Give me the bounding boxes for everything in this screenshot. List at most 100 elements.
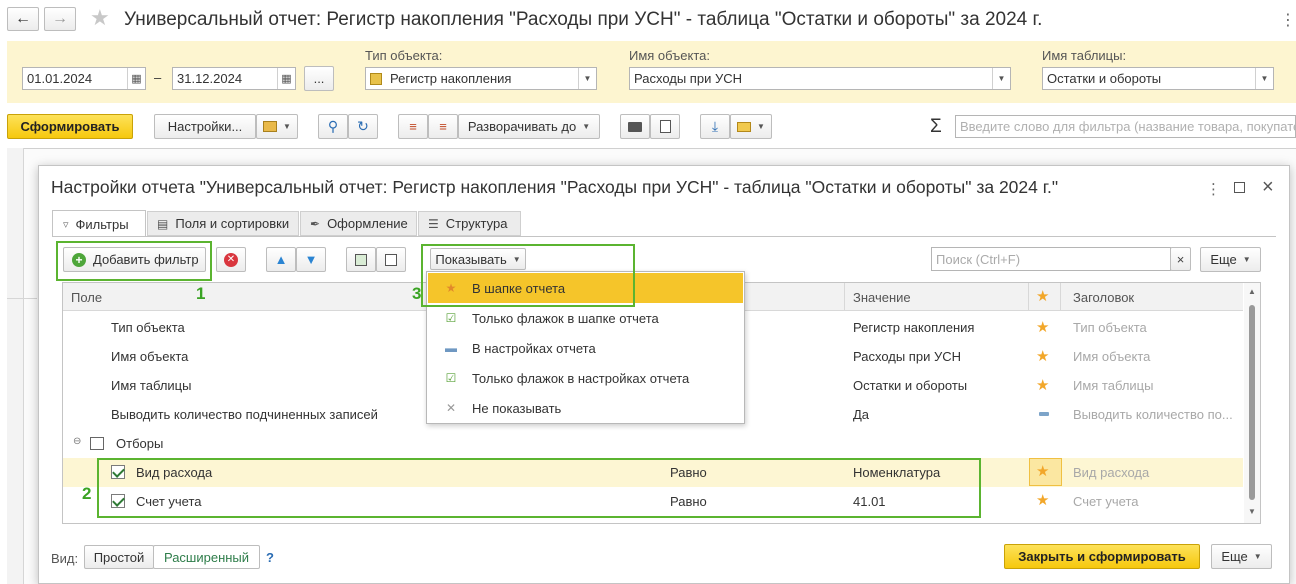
table-row-field[interactable]: Тип объекта <box>111 320 185 335</box>
group-row-label[interactable]: Отборы <box>116 436 163 451</box>
chevron-down-icon[interactable]: ▼ <box>578 68 596 89</box>
table-row-header[interactable]: Имя объекта <box>1073 349 1150 364</box>
column-header-title[interactable]: Заголовок <box>1073 290 1134 305</box>
settings-mode-icon[interactable] <box>1039 412 1049 416</box>
sort-desc-button[interactable]: ≡ <box>428 114 458 139</box>
dialog-more-icon[interactable]: ⋮ <box>1206 180 1221 198</box>
table-row-field[interactable]: Имя таблицы <box>111 378 191 393</box>
delete-icon: ✕ <box>224 252 238 267</box>
move-up-button[interactable]: ▲ <box>266 247 296 272</box>
back-button[interactable]: ← <box>7 7 39 31</box>
find-next-button[interactable]: ↻ <box>348 114 378 139</box>
table-row-header[interactable]: Выводить количество по... <box>1073 407 1233 422</box>
star-icon[interactable]: ★ <box>1036 491 1049 509</box>
table-row-value[interactable]: Регистр накопления <box>853 320 974 335</box>
date-dash: – <box>154 70 162 85</box>
object-name-select[interactable]: Расходы при УСН ▼ <box>629 67 1011 90</box>
column-header-field[interactable]: Поле <box>71 290 102 305</box>
generate-button[interactable]: Сформировать <box>7 114 133 139</box>
menu-item-checkbox-in-settings[interactable]: ☑ Только флажок в настройках отчета <box>428 363 743 393</box>
report-gutter-line <box>7 298 37 299</box>
scroll-up-icon[interactable]: ▲ <box>1248 287 1256 296</box>
more-bottom-button[interactable]: Еще ▼ <box>1211 544 1272 569</box>
tab-fields-sort[interactable]: ▤ Поля и сортировки <box>147 211 299 236</box>
period-select-button[interactable]: ... <box>304 66 334 91</box>
table-row-header[interactable]: Имя таблицы <box>1073 378 1153 393</box>
send-email-button[interactable]: ▼ <box>730 114 772 139</box>
tab-structure[interactable]: ☰ Структура <box>418 211 521 236</box>
move-down-button[interactable]: ▼ <box>296 247 326 272</box>
report-filter-input[interactable]: Введите слово для фильтра (название това… <box>955 115 1296 138</box>
tab-filters[interactable]: ▿ Фильтры <box>52 210 146 237</box>
favorite-star-icon[interactable]: ★ <box>90 5 110 31</box>
star-icon[interactable]: ★ <box>1036 462 1049 480</box>
dialog-title: Настройки отчета "Универсальный отчет: Р… <box>51 177 1059 197</box>
view-simple-button[interactable]: Простой <box>84 545 154 569</box>
sum-icon[interactable]: Σ <box>930 116 942 138</box>
annotation-box-show <box>421 244 635 307</box>
collapse-group-icon[interactable]: ⊖ <box>73 436 81 447</box>
download-icon: ⤓ <box>711 118 719 134</box>
calendar-icon[interactable]: ▦ <box>127 68 145 89</box>
table-row-field[interactable]: Выводить количество подчиненных записей <box>111 407 378 422</box>
uncheck-all-icon <box>385 253 397 266</box>
uncheck-all-button[interactable] <box>376 247 406 272</box>
filter-header[interactable]: Вид расхода <box>1073 465 1149 480</box>
settings-button[interactable]: Настройки... <box>154 114 256 139</box>
object-type-label: Тип объекта: <box>365 48 443 63</box>
find-button[interactable]: ⚲ <box>318 114 348 139</box>
table-name-select[interactable]: Остатки и обороты ▼ <box>1042 67 1274 90</box>
table-row-value[interactable]: Остатки и обороты <box>853 378 967 393</box>
arrow-up-icon: ▲ <box>274 252 288 267</box>
tab-appearance[interactable]: ✒ Оформление <box>300 211 417 236</box>
table-row-field[interactable]: Имя объекта <box>111 349 188 364</box>
table-row-value[interactable]: Расходы при УСН <box>853 349 961 364</box>
refresh-search-icon: ↻ <box>357 118 369 134</box>
sort-asc-button[interactable]: ≡ <box>398 114 428 139</box>
close-icon: × <box>1176 251 1185 267</box>
maximize-icon[interactable] <box>1234 182 1245 193</box>
print-button[interactable] <box>620 114 650 139</box>
tab-panel-border <box>52 236 1276 237</box>
close-generate-button[interactable]: Закрыть и сформировать <box>1004 544 1200 569</box>
brush-icon: ✒ <box>310 216 321 231</box>
preview-button[interactable] <box>650 114 680 139</box>
expand-to-button[interactable]: Разворачивать до ▼ <box>458 114 600 139</box>
table-row-value[interactable]: Да <box>853 407 869 422</box>
annotation-number-3: 3 <box>412 284 422 303</box>
more-vertical-icon[interactable]: ⋮ <box>1280 10 1296 30</box>
table-row-header[interactable]: Тип объекта <box>1073 320 1147 335</box>
star-icon[interactable]: ★ <box>1036 318 1049 336</box>
filter-header[interactable]: Счет учета <box>1073 494 1139 509</box>
forward-button[interactable]: → <box>44 7 76 31</box>
checkbox-icon: ☑ <box>445 371 457 385</box>
menu-item-checkbox-in-header[interactable]: ☑ Только флажок в шапке отчета <box>428 303 743 333</box>
scroll-thumb[interactable] <box>1249 305 1255 500</box>
save-button[interactable]: ⤓ <box>700 114 730 139</box>
arrow-down-icon: ▼ <box>304 252 318 267</box>
date-to-field[interactable]: 31.12.2024 ▦ <box>172 67 296 90</box>
delete-button[interactable]: ✕ <box>216 247 246 272</box>
star-icon[interactable]: ★ <box>1036 347 1049 365</box>
scroll-down-icon[interactable]: ▼ <box>1248 507 1256 516</box>
help-link[interactable]: ? <box>266 550 274 565</box>
view-extended-button[interactable]: Расширенный <box>153 545 260 569</box>
more-button[interactable]: Еще ▼ <box>1200 247 1261 272</box>
chevron-down-icon[interactable]: ▼ <box>1255 68 1273 89</box>
table-name-label: Имя таблицы: <box>1042 48 1127 63</box>
date-from-field[interactable]: 01.01.2024 ▦ <box>22 67 146 90</box>
check-all-icon <box>355 253 367 266</box>
close-icon[interactable]: × <box>1262 176 1274 199</box>
menu-item-hide[interactable]: ✕ Не показывать <box>428 393 743 423</box>
object-type-select[interactable]: Регистр накопления ▼ <box>365 67 597 90</box>
check-all-button[interactable] <box>346 247 376 272</box>
column-header-value[interactable]: Значение <box>853 290 911 305</box>
variants-button[interactable]: ▼ <box>256 114 298 139</box>
menu-item-in-settings[interactable]: ▬ В настройках отчета <box>428 333 743 363</box>
search-input[interactable]: Поиск (Ctrl+F) <box>931 247 1171 271</box>
chevron-down-icon[interactable]: ▼ <box>992 68 1010 89</box>
clear-search-button[interactable]: × <box>1170 247 1191 271</box>
funnel-icon: ▿ <box>63 218 69 231</box>
star-icon[interactable]: ★ <box>1036 376 1049 394</box>
calendar-icon[interactable]: ▦ <box>277 68 295 89</box>
